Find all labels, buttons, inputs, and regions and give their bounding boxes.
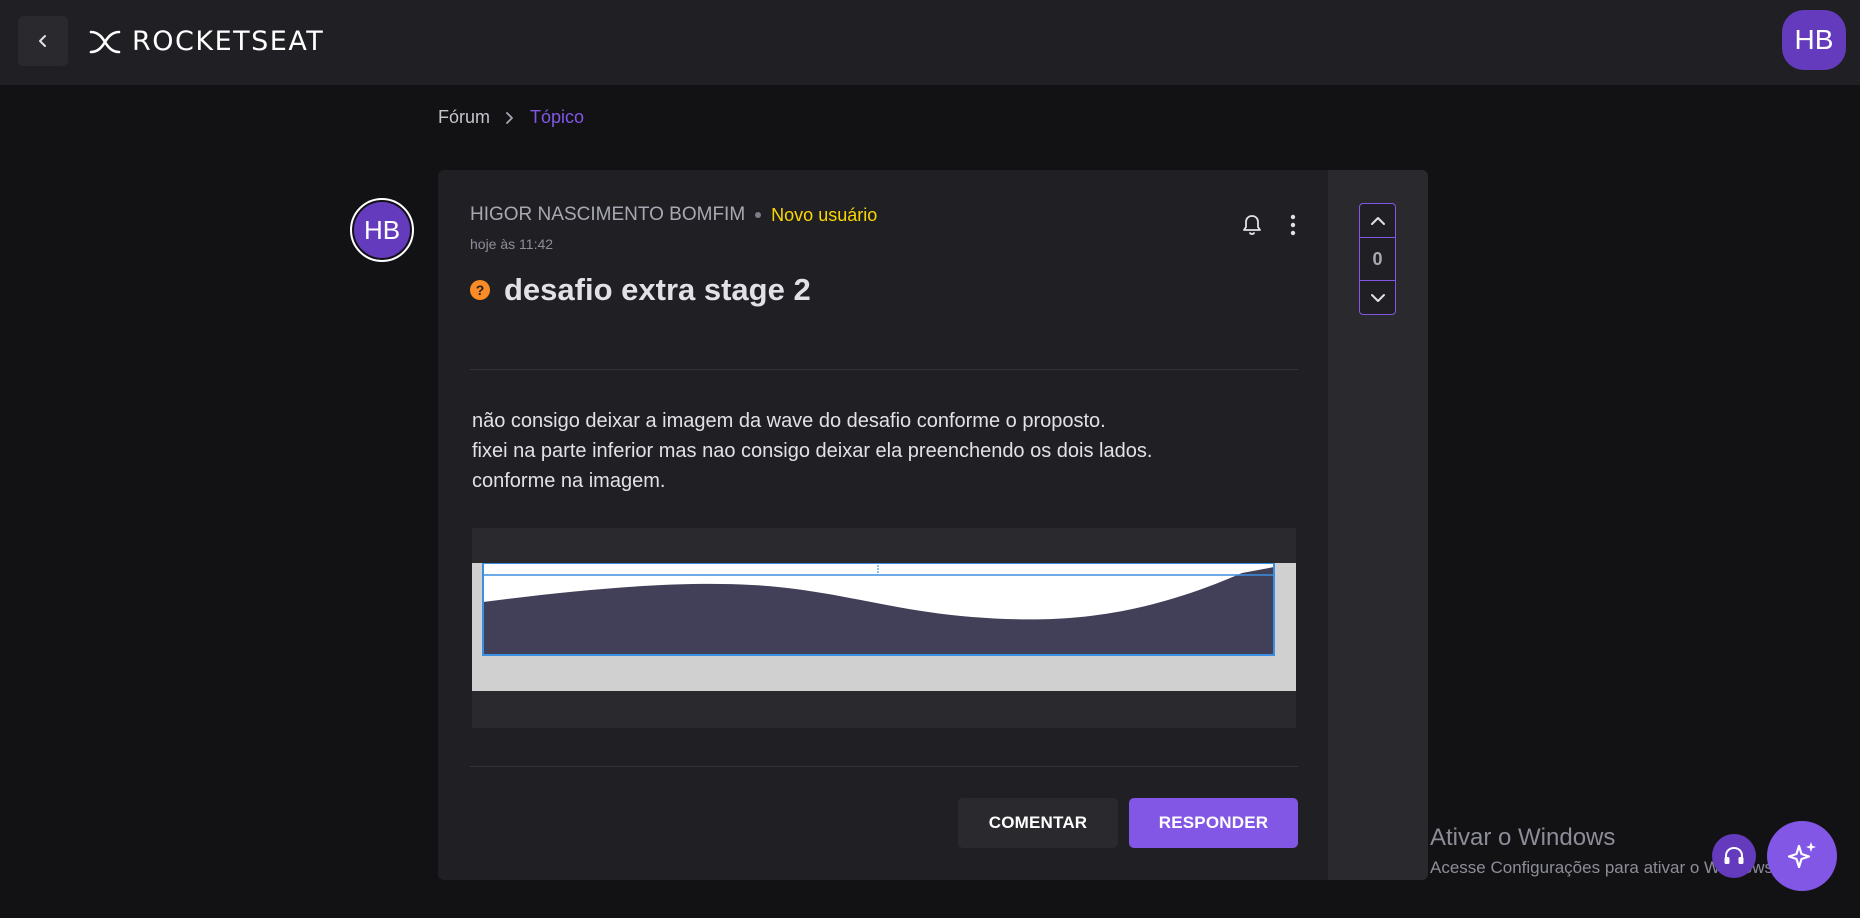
vote-widget: 0 xyxy=(1359,203,1396,315)
user-badge: Novo usuário xyxy=(771,204,878,225)
chevron-right-icon xyxy=(506,111,513,124)
topic-card: HIGOR NASCIMENTO BOMFIM Novo usuário hoj… xyxy=(438,170,1428,880)
topic-title: desafio extra stage 2 xyxy=(504,272,811,307)
rocketseat-logo-icon xyxy=(89,30,121,53)
author-info: HIGOR NASCIMENTO BOMFIM Novo usuário xyxy=(470,204,877,226)
chevron-up-icon xyxy=(1370,216,1385,225)
back-button[interactable] xyxy=(18,16,68,66)
divider xyxy=(470,369,1298,370)
upvote-button[interactable] xyxy=(1360,204,1395,238)
post-body-line: não consigo deixar a imagem da wave do d… xyxy=(472,410,1106,432)
sparkles-icon xyxy=(1787,842,1816,869)
bell-icon xyxy=(1243,215,1261,235)
logo-text: ROCKETSEAT xyxy=(132,26,325,57)
post-body-line: fixei na parte inferior mas nao consigo … xyxy=(472,440,1153,462)
breadcrumb: Fórum Tópico xyxy=(438,107,584,128)
post-body: não consigo deixar a imagem da wave do d… xyxy=(472,406,1152,496)
chevron-down-icon xyxy=(1370,293,1385,302)
ai-assistant-button[interactable] xyxy=(1767,821,1837,891)
breadcrumb-topic-link[interactable]: Tópico xyxy=(530,107,584,128)
more-options-button[interactable] xyxy=(1288,214,1298,241)
rocketseat-logo[interactable]: ROCKETSEAT xyxy=(88,26,324,57)
windows-activation-title: Ativar o Windows xyxy=(1430,824,1616,851)
divider xyxy=(470,766,1298,767)
author-name[interactable]: HIGOR NASCIMENTO BOMFIM xyxy=(470,204,745,226)
title-row: ? desafio extra stage 2 xyxy=(470,272,811,308)
breadcrumb-forum-link[interactable]: Fórum xyxy=(438,107,490,128)
support-button[interactable] xyxy=(1712,834,1756,878)
downvote-button[interactable] xyxy=(1360,280,1395,314)
attached-image[interactable] xyxy=(472,562,1296,691)
user-avatar[interactable]: HB xyxy=(1782,10,1846,70)
author-avatar[interactable]: HB xyxy=(350,198,414,262)
follow-button[interactable] xyxy=(1242,214,1262,241)
chevron-left-icon xyxy=(39,35,46,47)
top-bar: ROCKETSEAT HB xyxy=(0,0,1860,85)
question-icon: ? xyxy=(470,280,490,300)
comment-button[interactable]: COMENTAR xyxy=(958,798,1118,848)
post-body-line: conforme na imagem. xyxy=(472,470,666,492)
vote-count: 0 xyxy=(1372,248,1383,269)
separator-dot xyxy=(755,212,762,218)
reply-button[interactable]: RESPONDER xyxy=(1129,798,1298,848)
more-vertical-icon xyxy=(1290,214,1296,236)
post-time: hoje às 11:42 xyxy=(470,236,554,252)
headset-icon xyxy=(1724,846,1744,864)
